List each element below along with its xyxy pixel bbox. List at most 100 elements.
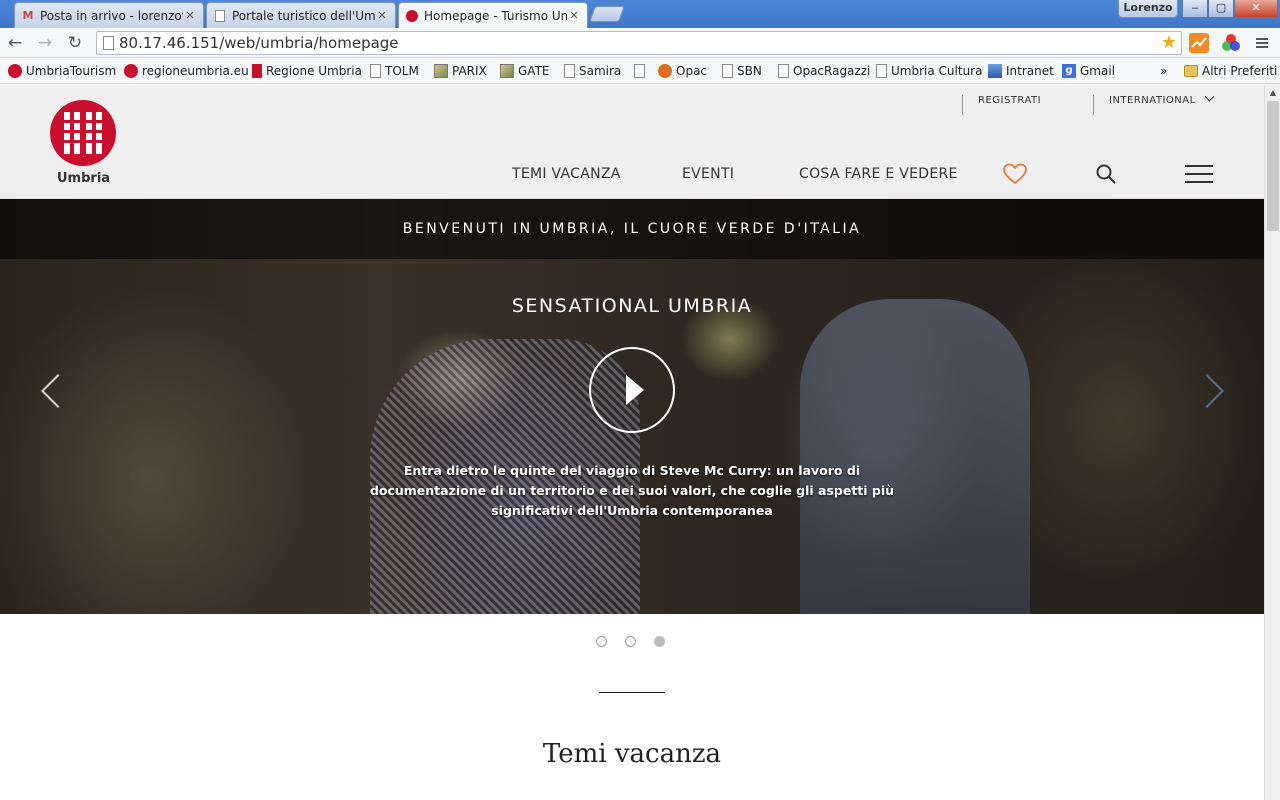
- bookmark-label: Regione Umbria: [266, 64, 362, 78]
- close-icon[interactable]: ✕: [375, 9, 389, 22]
- page-icon: [564, 64, 575, 78]
- bookmark-umbria-cultura[interactable]: Umbria Cultura: [876, 62, 982, 80]
- bookmark-label: TOLM: [385, 64, 419, 78]
- register-link[interactable]: REGISTRATI: [978, 95, 1041, 106]
- address-bar[interactable]: ★: [96, 31, 1182, 55]
- umbria-icon: [124, 64, 138, 78]
- image-icon: [500, 64, 514, 78]
- bookmark-regione-umbria[interactable]: Regione Umbria: [252, 62, 362, 80]
- heart-icon[interactable]: [1003, 163, 1027, 185]
- opac-icon: [658, 64, 672, 78]
- slider-next-arrow[interactable]: [1190, 374, 1224, 408]
- scroll-thumb[interactable]: [1267, 101, 1279, 231]
- nav-temi-vacanza[interactable]: TEMI VACANZA: [512, 166, 621, 182]
- bookmark-samira[interactable]: Samira: [564, 62, 621, 80]
- logo-text: Umbria: [57, 171, 111, 186]
- page-icon: [213, 9, 227, 23]
- bookmark-label: Samira: [579, 64, 622, 78]
- tab-title: Portale turistico dell'Umbr: [232, 8, 375, 23]
- slider-dots: [596, 636, 665, 648]
- bookmark-label: Intranet: [1006, 64, 1054, 78]
- slider-prev-arrow[interactable]: [41, 374, 75, 408]
- bookmark-parix[interactable]: PARIX: [434, 62, 487, 80]
- bookmark-umbriatourism[interactable]: UmbriaTourism: [8, 62, 116, 80]
- tab-portale[interactable]: Portale turistico dell'Umbr ✕: [206, 2, 396, 28]
- hero-image-person: [800, 299, 1030, 614]
- umbria-logo[interactable]: [50, 100, 116, 166]
- browser-toolbar: ← → ↻ ★: [0, 28, 1280, 58]
- page-scrollbar[interactable]: ▲: [1264, 85, 1280, 800]
- chevron-down-icon: [1204, 91, 1215, 102]
- tab-strip: M Posta in arrivo - lorenzotra ✕ Portale…: [0, 0, 1280, 28]
- google-icon: g: [1062, 64, 1076, 78]
- reload-button[interactable]: ↻: [64, 32, 86, 54]
- bookmark-untitled[interactable]: [634, 62, 649, 80]
- tab-title: Homepage - Turismo Um: [424, 8, 567, 23]
- hero-title: SENSATIONAL UMBRIA: [511, 295, 753, 317]
- gmail-icon: M: [22, 9, 34, 22]
- bookmark-label: SBN: [737, 64, 762, 78]
- page-icon: [722, 64, 733, 78]
- extension-chart-icon[interactable]: [1189, 33, 1209, 53]
- bookmark-intranet[interactable]: Intranet: [988, 62, 1054, 80]
- window-close-button[interactable]: ✕: [1234, 0, 1278, 18]
- menu-wrench-icon[interactable]: [1252, 33, 1272, 53]
- section-title: Temi vacanza: [542, 739, 722, 769]
- divider: [962, 95, 963, 115]
- minimize-button[interactable]: ‒: [1182, 0, 1208, 18]
- bookmark-gmail[interactable]: g Gmail: [1062, 62, 1115, 80]
- play-video-button[interactable]: [589, 347, 675, 433]
- nav-cosa-fare-e-vedere[interactable]: COSA FARE E VEDERE: [799, 166, 958, 182]
- star-icon[interactable]: ★: [1161, 32, 1177, 53]
- tab-homepage[interactable]: Homepage - Turismo Um ✕: [398, 2, 588, 28]
- close-icon[interactable]: ✕: [567, 9, 581, 22]
- page-icon: [103, 36, 114, 50]
- web-page: Umbria REGISTRATI INTERNATIONAL TEMI VAC…: [0, 85, 1264, 800]
- bookmark-gate[interactable]: GATE: [500, 62, 550, 80]
- bookmark-label: Umbria Cultura: [891, 64, 983, 78]
- maximize-button[interactable]: ▢: [1208, 0, 1234, 18]
- bookmarks-bar: UmbriaTourism regioneumbria.eu Regione U…: [0, 58, 1280, 84]
- bookmark-opac[interactable]: Opac: [658, 62, 707, 80]
- hamburger-menu-icon[interactable]: [1185, 165, 1213, 183]
- bookmark-label: Altri Preferiti: [1202, 64, 1278, 78]
- hero-description: Entra dietro le quinte del viaggio di St…: [369, 463, 895, 518]
- address-input[interactable]: [119, 34, 1149, 52]
- site-header: Umbria REGISTRATI INTERNATIONAL TEMI VAC…: [0, 85, 1264, 199]
- intranet-icon: [988, 64, 1002, 78]
- slider-dot-2[interactable]: [625, 636, 636, 647]
- page-icon: [778, 64, 789, 78]
- bookmark-sbn[interactable]: SBN: [722, 62, 762, 80]
- bookmark-label: UmbriaTourism: [26, 64, 117, 78]
- bookmarks-overflow-button[interactable]: »: [1160, 62, 1167, 80]
- folder-icon: [1184, 65, 1198, 77]
- bookmark-label: Gmail: [1080, 64, 1116, 78]
- international-label: INTERNATIONAL: [1109, 95, 1196, 106]
- page-icon: [370, 64, 381, 78]
- forward-button[interactable]: →: [34, 32, 56, 54]
- international-selector[interactable]: INTERNATIONAL: [1109, 91, 1215, 106]
- slider-dot-3-active[interactable]: [654, 636, 665, 647]
- tab-gmail[interactable]: M Posta in arrivo - lorenzotra ✕: [14, 2, 204, 28]
- bookmark-tolm[interactable]: TOLM: [370, 62, 419, 80]
- close-icon[interactable]: ✕: [183, 9, 197, 22]
- profile-badge[interactable]: Lorenzo: [1118, 0, 1178, 18]
- bookmark-label: Opac: [676, 64, 708, 78]
- extension-color-icon[interactable]: [1221, 33, 1241, 53]
- bookmark-opacragazzi[interactable]: OpacRagazzi: [778, 62, 870, 80]
- slider-dot-1[interactable]: [596, 636, 607, 647]
- umbria-icon: [405, 9, 419, 23]
- image-icon: [434, 64, 448, 78]
- tab-title: Posta in arrivo - lorenzotra: [40, 8, 183, 23]
- back-button[interactable]: ←: [4, 32, 26, 54]
- bookmark-label: PARIX: [452, 64, 487, 78]
- search-icon[interactable]: [1095, 163, 1117, 185]
- other-bookmarks[interactable]: Altri Preferiti: [1184, 62, 1277, 80]
- bookmark-label: OpacRagazzi: [793, 64, 871, 78]
- bookmark-regioneumbria[interactable]: regioneumbria.eu: [124, 62, 249, 80]
- bookmark-label: GATE: [518, 64, 550, 78]
- nav-eventi[interactable]: EVENTI: [682, 166, 734, 182]
- page-icon: [876, 64, 887, 78]
- scroll-up-arrow[interactable]: ▲: [1265, 85, 1280, 101]
- new-tab-button[interactable]: [589, 6, 625, 22]
